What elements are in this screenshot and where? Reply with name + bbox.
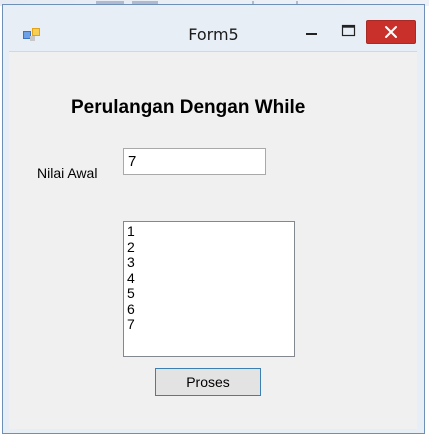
list-item[interactable]: 7	[127, 316, 294, 333]
form-heading: Perulangan Dengan While	[71, 97, 306, 118]
list-item[interactable]: 3	[127, 254, 294, 271]
close-icon	[367, 26, 415, 47]
list-item[interactable]: 1	[127, 223, 294, 240]
close-button[interactable]	[366, 20, 416, 44]
proses-button[interactable]: Proses	[155, 368, 261, 396]
form-window: Form5 Perulangan Dengan While Nilai Awal…	[2, 4, 425, 434]
maximize-button[interactable]	[336, 21, 366, 43]
minimize-button[interactable]	[297, 21, 327, 43]
title-bar[interactable]: Form5	[3, 5, 424, 44]
nilai-awal-input[interactable]	[123, 148, 266, 175]
result-listbox[interactable]: 1 2 3 4 5 6 7	[123, 221, 295, 357]
minimize-icon	[297, 28, 327, 47]
form-client-area: Perulangan Dengan While Nilai Awal 1 2 3…	[9, 51, 417, 429]
maximize-icon	[336, 24, 366, 47]
list-item[interactable]: 2	[127, 239, 294, 256]
list-item[interactable]: 4	[127, 270, 294, 287]
list-item[interactable]: 6	[127, 301, 294, 318]
nilai-awal-label: Nilai Awal	[37, 165, 98, 181]
list-item[interactable]: 5	[127, 285, 294, 302]
